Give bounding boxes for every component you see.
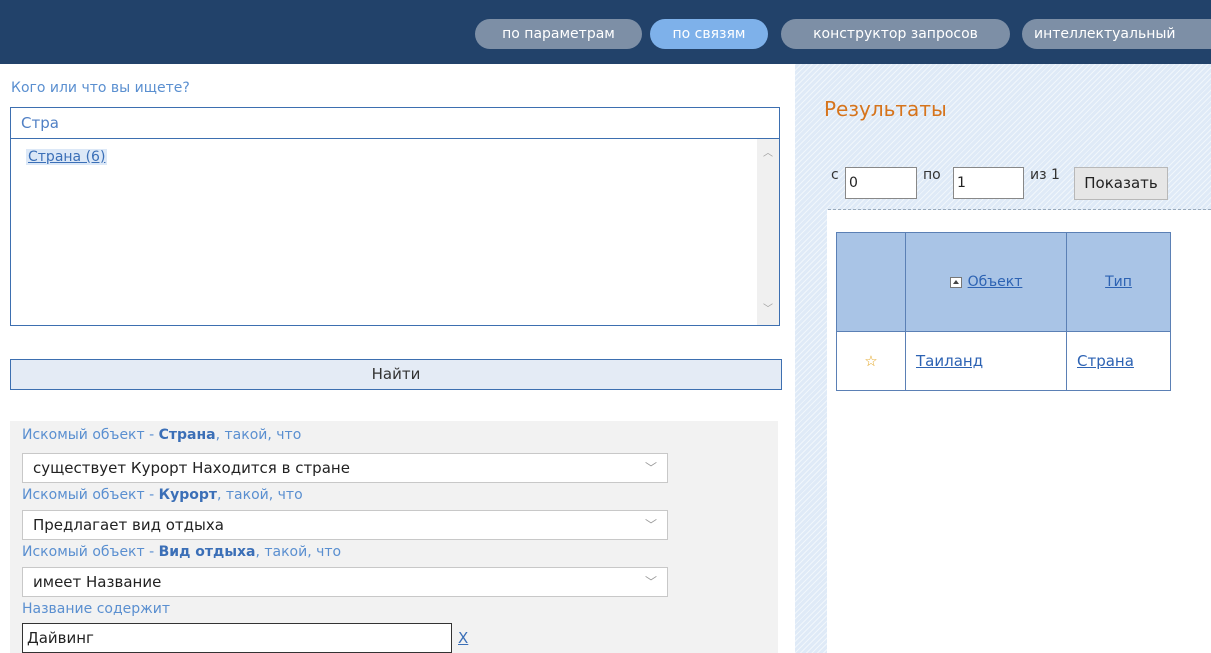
- criteria-select-2[interactable]: Предлагает вид отдыха ﹀: [22, 510, 668, 540]
- suggestion-list: Страна (6) ︿ ﹀: [10, 139, 780, 326]
- name-contains-label: Название содержит: [22, 601, 171, 617]
- pager-total-label: из 1: [1030, 167, 1060, 183]
- criteria-panel: Искомый объект - Страна, такой, что суще…: [10, 421, 778, 653]
- top-nav-bar: по параметрам по связям конструктор запр…: [0, 0, 1211, 64]
- criteria-select-1[interactable]: существует Курорт Находится в стране ﹀: [22, 453, 668, 483]
- chevron-down-icon: ﹀: [644, 461, 657, 475]
- header-favorite: [836, 232, 906, 332]
- tab-by-relations[interactable]: по связям: [650, 19, 768, 49]
- header-type[interactable]: Тип: [1066, 232, 1171, 332]
- criteria-label-3: Искомый объект - Вид отдыха, такой, что: [22, 544, 342, 560]
- suggestion-item[interactable]: Страна (6): [26, 149, 108, 165]
- header-object[interactable]: Объект: [905, 232, 1067, 332]
- suggestion-scrollbar[interactable]: ︿ ﹀: [757, 139, 779, 325]
- criteria-label-1: Искомый объект - Страна, такой, что: [22, 427, 302, 443]
- name-contains-input[interactable]: Дайвинг: [22, 623, 452, 653]
- tab-by-parameters[interactable]: по параметрам: [475, 19, 642, 49]
- pager-to-label: по: [923, 167, 941, 183]
- search-input[interactable]: [10, 107, 780, 139]
- criteria-select-3[interactable]: имеет Название ﹀: [22, 567, 668, 597]
- tab-query-builder[interactable]: конструктор запросов: [781, 19, 1010, 49]
- chevron-down-icon: ﹀: [644, 575, 657, 589]
- pager-from-input[interactable]: 0: [845, 167, 917, 199]
- find-button[interactable]: Найти: [10, 359, 782, 390]
- star-outline-icon[interactable]: ☆: [836, 331, 906, 391]
- pager-to-input[interactable]: 1: [953, 167, 1024, 199]
- chevron-down-icon: ﹀: [644, 518, 657, 532]
- search-prompt-label: Кого или что вы ищете?: [11, 80, 190, 96]
- table-row: ☆ Таиланд Страна: [836, 331, 1171, 391]
- results-table: Объект Тип ☆ Таиланд Страна: [836, 232, 1171, 391]
- scroll-down-icon[interactable]: ﹀: [757, 300, 779, 320]
- divider: [828, 209, 1211, 210]
- result-type-link[interactable]: Страна: [1066, 331, 1171, 391]
- show-button[interactable]: Показать: [1074, 167, 1168, 200]
- clear-link[interactable]: X: [458, 629, 468, 647]
- sort-asc-icon[interactable]: [949, 276, 962, 288]
- results-title: Результаты: [824, 97, 947, 121]
- result-object-link[interactable]: Таиланд: [905, 331, 1067, 391]
- scroll-up-icon[interactable]: ︿: [757, 144, 779, 164]
- pager-from-label: с: [831, 167, 839, 183]
- tab-intelligent[interactable]: интеллектуальный: [1022, 19, 1211, 49]
- table-header-row: Объект Тип: [836, 232, 1171, 332]
- criteria-label-2: Искомый объект - Курорт, такой, что: [22, 487, 303, 503]
